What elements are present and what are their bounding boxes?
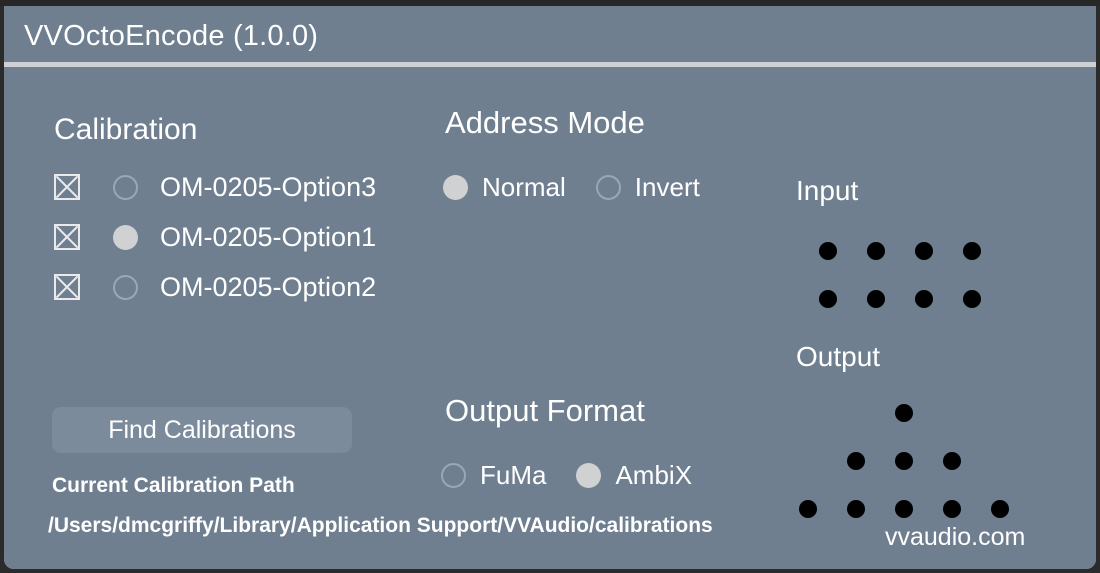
channel-dot-cell — [976, 500, 1024, 518]
calibration-row[interactable]: OM-0205-Option3 — [54, 170, 376, 204]
window-content: Calibration OM-0205-Option3 OM-0205-Opti… — [4, 67, 1096, 569]
current-calibration-path-label: Current Calibration Path — [52, 474, 295, 497]
channel-dot-cell — [948, 290, 996, 308]
channel-dot — [847, 452, 865, 470]
channel-dot-cell — [928, 452, 976, 470]
channel-dot — [799, 500, 817, 518]
channel-dot-cell — [852, 290, 900, 308]
input-channel-dot-grid — [804, 227, 996, 323]
channel-dot-cell — [900, 242, 948, 260]
x-box-icon[interactable] — [54, 174, 80, 200]
channel-dot — [895, 452, 913, 470]
calibration-radio[interactable] — [113, 174, 138, 200]
channel-dot — [895, 500, 913, 518]
window-title: VVOctoEncode (1.0.0) — [24, 20, 319, 52]
calibration-label: OM-0205-Option2 — [160, 271, 377, 302]
channel-dot-cell — [880, 452, 928, 470]
output-heading: Output — [796, 341, 881, 372]
channel-dot-cell — [804, 242, 852, 260]
channel-dot — [943, 500, 961, 518]
channel-dot — [819, 290, 837, 308]
channel-dot — [963, 242, 981, 260]
brand-text: vvaudio.com — [885, 523, 1026, 551]
channel-dot — [915, 290, 933, 308]
address-mode-heading: Address Mode — [445, 105, 645, 140]
channel-dot-row — [784, 389, 1024, 437]
calibration-label: OM-0205-Option1 — [160, 221, 377, 252]
address-mode-radio-normal[interactable] — [443, 174, 468, 200]
output-format-label-fuma: FuMa — [480, 459, 547, 490]
calibration-label: OM-0205-Option3 — [160, 171, 377, 202]
title-bar: VVOctoEncode (1.0.0) — [4, 6, 1096, 62]
channel-dot — [867, 242, 885, 260]
channel-dot-cell — [928, 500, 976, 518]
find-calibrations-button[interactable]: Find Calibrations — [52, 407, 352, 453]
channel-dot-cell — [880, 404, 928, 422]
channel-dot — [963, 290, 981, 308]
channel-dot-cell — [804, 290, 852, 308]
channel-dot-row — [804, 275, 996, 323]
address-mode-options: Normal Invert — [443, 171, 700, 203]
channel-dot-cell — [880, 500, 928, 518]
channel-dot-cell — [852, 242, 900, 260]
address-mode-radio-invert[interactable] — [595, 174, 621, 200]
x-box-icon[interactable] — [54, 274, 80, 300]
output-format-label-ambix: AmbiX — [615, 459, 693, 490]
input-heading: Input — [796, 175, 859, 206]
output-format-radio-fuma[interactable] — [441, 462, 466, 488]
channel-dot-cell — [784, 500, 832, 518]
channel-dot-row — [804, 227, 996, 275]
x-box-icon[interactable] — [54, 224, 80, 250]
current-calibration-path-value: /Users/dmcgriffy/Library/Application Sup… — [48, 514, 713, 537]
calibration-row[interactable]: OM-0205-Option2 — [54, 270, 376, 304]
address-mode-label-normal: Normal — [482, 171, 566, 202]
output-format-options: FuMa AmbiX — [441, 459, 692, 491]
output-channel-dot-grid — [784, 389, 1024, 533]
calibration-row[interactable]: OM-0205-Option1 — [54, 220, 376, 254]
channel-dot — [819, 242, 837, 260]
channel-dot-cell — [900, 290, 948, 308]
calibration-radio[interactable] — [113, 224, 138, 250]
channel-dot-cell — [832, 500, 880, 518]
channel-dot — [847, 500, 865, 518]
output-format-radio-ambix[interactable] — [576, 462, 602, 488]
address-mode-label-invert: Invert — [634, 171, 700, 202]
app-window: VVOctoEncode (1.0.0) Calibration OM-0205… — [4, 6, 1096, 569]
channel-dot-cell — [948, 242, 996, 260]
channel-dot — [943, 452, 961, 470]
output-format-heading: Output Format — [445, 393, 645, 428]
channel-dot — [915, 242, 933, 260]
calibration-heading: Calibration — [54, 113, 198, 146]
channel-dot — [991, 500, 1009, 518]
channel-dot — [867, 290, 885, 308]
channel-dot-row — [784, 437, 1024, 485]
calibration-radio[interactable] — [113, 274, 138, 300]
channel-dot — [895, 404, 913, 422]
channel-dot-cell — [832, 452, 880, 470]
